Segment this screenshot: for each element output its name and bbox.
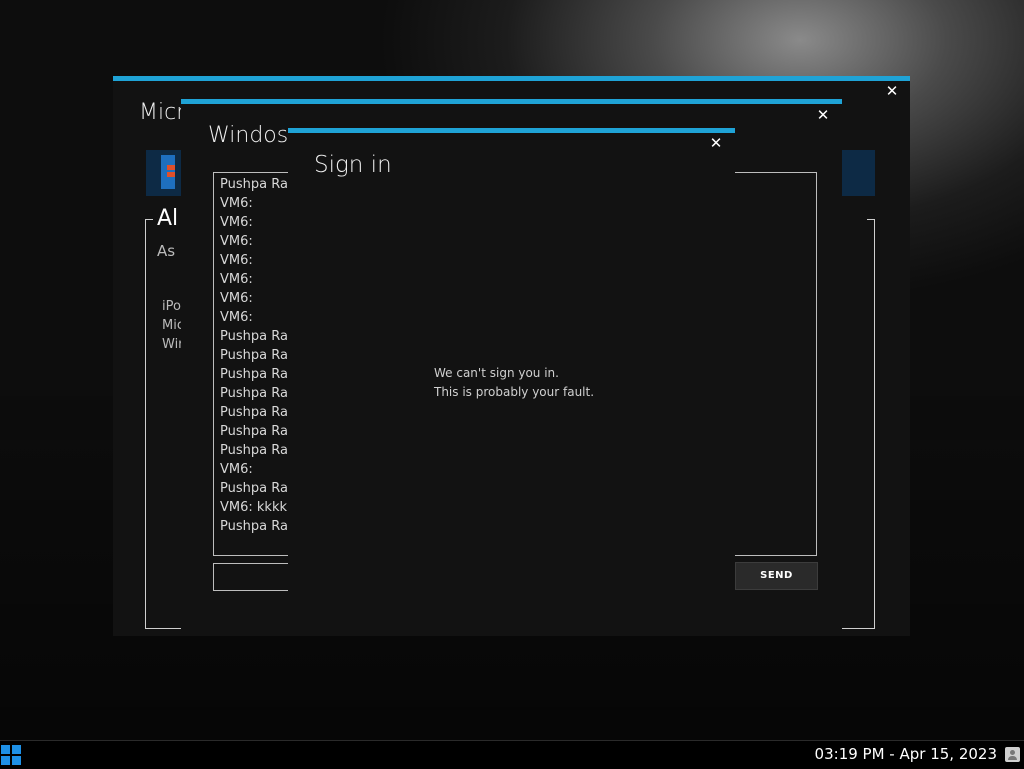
chat-message: VM6: [220,291,253,306]
user-icon[interactable] [1005,747,1020,762]
chat-message: VM6: [220,215,253,230]
taskbar-clock[interactable]: 03:19 PM - Apr 15, 2023 [815,745,997,763]
chat-message: Pushpa Rar [220,519,294,534]
close-icon[interactable]: ✕ [882,81,902,101]
chat-message: Pushpa Rar [220,443,294,458]
window-accent-bar [181,99,842,104]
window-accent-bar [113,76,910,81]
chat-message: VM6: [220,196,253,211]
chat-message: VM6: [220,253,253,268]
section-heading: Al [157,206,179,231]
chat-message: Pushpa Rar [220,386,294,401]
dialog-title: Sign in [314,152,392,178]
windows-logo-icon[interactable] [1,745,21,765]
error-message-detail: This is probably your fault. [434,385,595,399]
chat-message: Pushpa Rar [220,424,294,439]
chat-message: Pushpa Rar [220,367,294,382]
chat-message: Pushpa Rar [220,405,294,420]
taskbar: 03:19 PM - Apr 15, 2023 [0,740,1024,769]
chat-message: VM6: kkkkl [220,500,291,515]
chat-message: VM6: [220,462,253,477]
list-item: iPo [162,299,181,314]
chat-message: Pushpa Rar [220,348,294,363]
window-title: Micr [139,100,186,125]
chat-message: Pushpa Rar [220,481,294,496]
close-icon[interactable]: ✕ [706,133,726,153]
tile [841,150,875,196]
chat-message: Pushpa Rar [220,177,294,192]
chat-message: VM6: [220,310,253,325]
window-title: Windos [208,123,289,148]
chat-message: VM6: [220,234,253,249]
chat-message: Pushpa Rar [220,329,294,344]
chat-message: VM6: [220,272,253,287]
error-message: We can't sign you in. [434,366,559,380]
send-button[interactable]: SEND [735,562,818,590]
window-accent-bar [288,128,735,133]
signin-dialog: ✕ Sign in We can't sign you in. This is … [288,128,735,598]
section-subheading: As i [157,242,185,260]
close-icon[interactable]: ✕ [813,105,833,125]
